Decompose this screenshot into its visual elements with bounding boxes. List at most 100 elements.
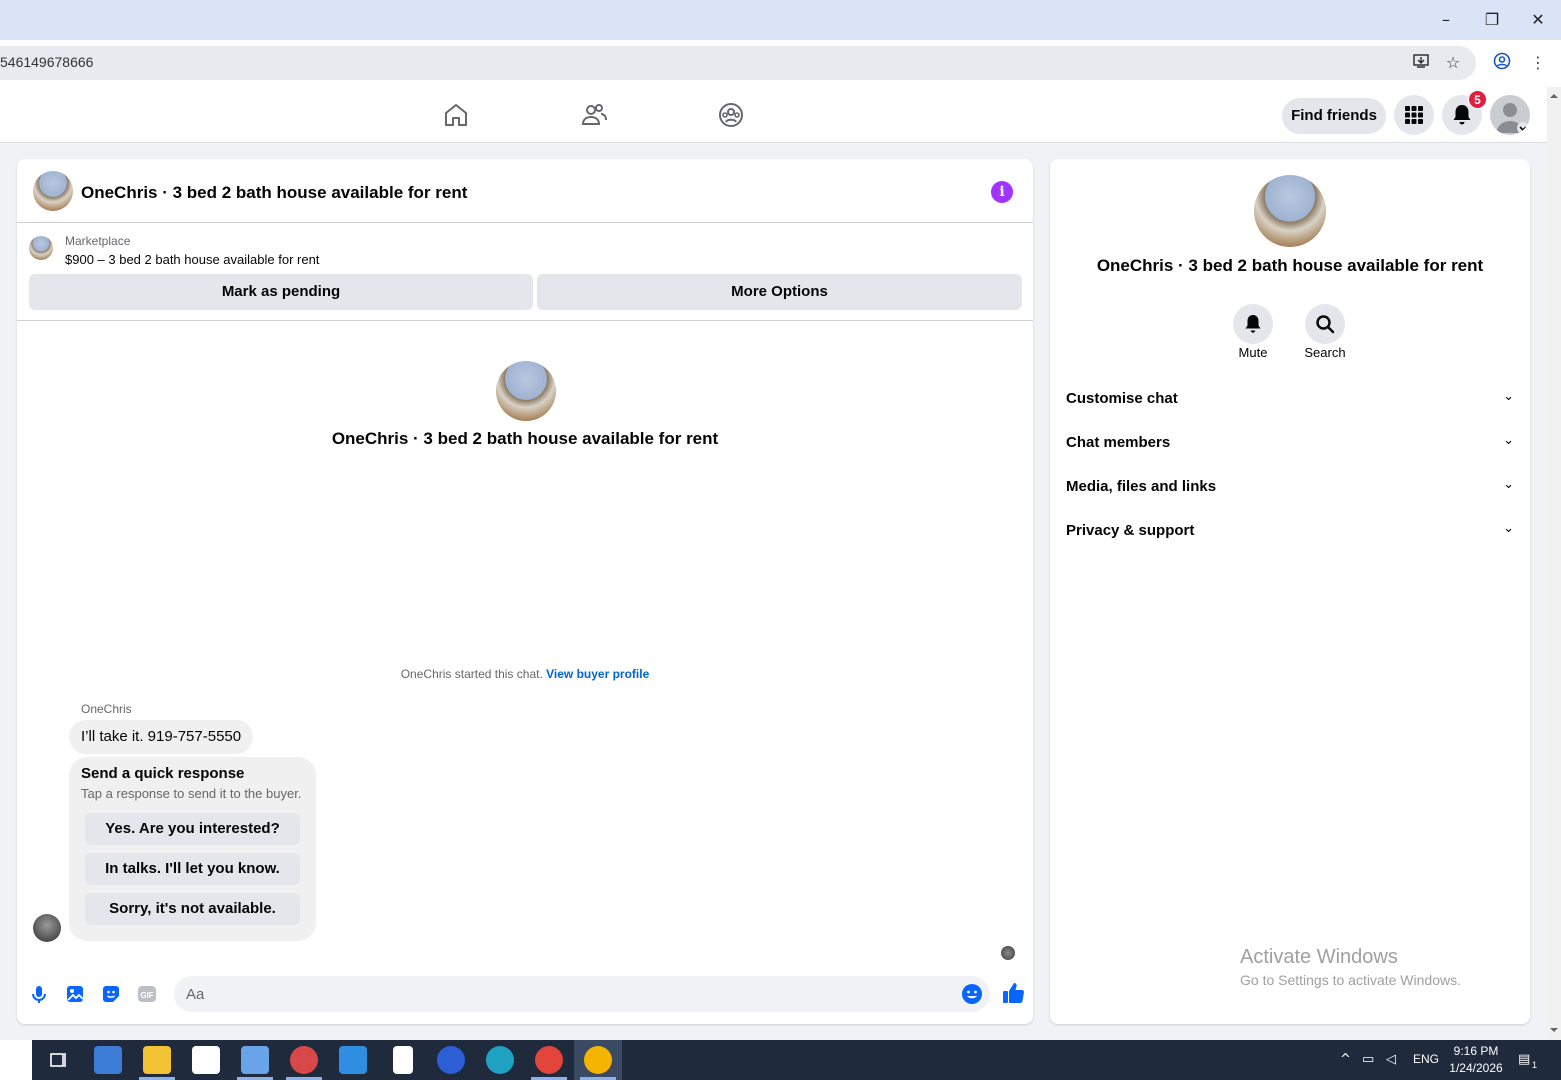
message-composer: GIF — [17, 974, 1033, 1014]
section-label: Media, files and links — [1066, 478, 1217, 495]
watermark-subtitle: Go to Settings to activate Windows. — [1240, 972, 1461, 988]
facebook-header: Find friends 5 — [0, 87, 1547, 143]
default-avatar-icon — [1496, 103, 1529, 134]
activate-windows-watermark: Activate Windows Go to Settings to activ… — [1240, 946, 1461, 988]
chrome-profile-icon[interactable] — [535, 1046, 563, 1074]
photo-icon[interactable] — [64, 983, 86, 1005]
show-hidden-icons-icon[interactable]: ^ — [1340, 1052, 1351, 1067]
profile-icon[interactable] — [1491, 52, 1513, 74]
thumbs-up-icon[interactable] — [1001, 981, 1025, 1005]
notepad-icon[interactable] — [393, 1046, 413, 1074]
message-input[interactable] — [174, 976, 990, 1012]
quick-response-box: Send a quick response Tap a response to … — [69, 757, 316, 941]
action-center-count: 1 — [1532, 1060, 1538, 1070]
message-bubble[interactable]: I’ll take it. 919-757-5550 — [69, 720, 254, 754]
install-app-icon[interactable] — [1410, 52, 1432, 74]
more-options-button[interactable]: More Options — [537, 274, 1022, 310]
microphone-icon[interactable] — [28, 983, 50, 1005]
language-indicator[interactable]: ENG — [1413, 1052, 1439, 1066]
volume-icon[interactable]: ◁ — [1386, 1052, 1396, 1067]
sender-name: OneChris — [81, 702, 132, 716]
section-label: Chat members — [1066, 434, 1171, 451]
account-avatar[interactable] — [1490, 95, 1530, 135]
bookmark-star-icon[interactable]: ☆ — [1442, 52, 1464, 74]
divider — [17, 320, 1033, 321]
info-listing-avatar[interactable] — [1254, 175, 1326, 247]
clock[interactable]: 9:16 PM 1/24/2026 — [1440, 1043, 1512, 1077]
windows-taskbar: ^ ▭ ◁ ENG 9:16 PM 1/24/2026 ▤ 1 — [0, 1040, 1561, 1080]
chat-header: OneChris · 3 bed 2 bath house available … — [17, 159, 1033, 223]
browser-menu-icon[interactable]: ⋮ — [1527, 52, 1549, 74]
quick-response-not-available-button[interactable]: Sorry, it's not available. — [85, 893, 300, 925]
media-files-links-section[interactable]: Media, files and links ⌄ — [1066, 466, 1514, 510]
edge-browser-icon[interactable] — [486, 1046, 514, 1074]
browser-toolbar: 546149678666 ☆ ⋮ — [0, 40, 1561, 87]
quick-response-in-talks-button[interactable]: In talks. I'll let you know. — [85, 853, 300, 885]
address-bar[interactable]: 546149678666 ☆ — [0, 46, 1476, 80]
search-icon — [1316, 315, 1335, 334]
sticker-icon[interactable] — [100, 983, 122, 1005]
menu-button[interactable] — [1394, 95, 1434, 135]
scroll-up-icon[interactable] — [1547, 89, 1561, 103]
chat-info-panel: OneChris · 3 bed 2 bath house available … — [1050, 159, 1530, 1024]
task-view-icon[interactable] — [44, 1046, 72, 1074]
listing-avatar[interactable] — [33, 171, 73, 211]
home-icon[interactable] — [442, 101, 470, 129]
info-title: OneChris · 3 bed 2 bath house available … — [1096, 256, 1484, 275]
file-explorer-icon[interactable] — [143, 1046, 171, 1074]
search-label: Search — [1304, 345, 1346, 360]
chat-started-text: OneChris started this chat. — [400, 667, 543, 681]
gif-icon[interactable]: GIF — [136, 983, 158, 1005]
customise-chat-section[interactable]: Customise chat ⌄ — [1066, 378, 1514, 422]
chrome-browser-icon[interactable] — [584, 1046, 612, 1074]
find-friends-button[interactable]: Find friends — [1282, 98, 1386, 134]
restore-button[interactable]: ❐ — [1480, 8, 1504, 32]
mail-icon[interactable] — [339, 1046, 367, 1074]
vpn-app-icon[interactable] — [437, 1046, 465, 1074]
action-center-icon[interactable]: ▤ — [1518, 1052, 1530, 1067]
quick-response-yes-button[interactable]: Yes. Are you interested? — [85, 813, 300, 845]
minimize-button[interactable]: – — [1434, 8, 1458, 32]
chat-panel: OneChris · 3 bed 2 bath house available … — [17, 159, 1033, 1024]
mark-as-pending-button[interactable]: Mark as pending — [29, 274, 533, 310]
emoji-icon[interactable] — [961, 983, 983, 1005]
mute-label: Mute — [1238, 345, 1268, 360]
groups-icon[interactable] — [717, 101, 745, 129]
chevron-down-icon: ⌄ — [1503, 521, 1514, 536]
search-button[interactable] — [1305, 304, 1345, 344]
mute-button[interactable] — [1233, 304, 1273, 344]
clock-date: 1/24/2026 — [1449, 1061, 1503, 1075]
store-icon[interactable] — [192, 1046, 220, 1074]
chat-members-section[interactable]: Chat members ⌄ — [1066, 422, 1514, 466]
seen-indicator-avatar — [1001, 946, 1015, 960]
page-scrollbar[interactable] — [1547, 87, 1561, 1040]
info-icon[interactable]: i — [991, 181, 1013, 203]
marketplace-label: Marketplace — [65, 234, 131, 248]
scroll-down-icon[interactable] — [1547, 1023, 1561, 1037]
listing-summary[interactable]: $900 – 3 bed 2 bath house available for … — [65, 252, 319, 267]
chevron-down-icon: ⌄ — [1503, 389, 1514, 404]
chevron-down-icon: ⌄ — [1503, 433, 1514, 448]
listing-thumbnail[interactable] — [29, 236, 53, 260]
snipping-tool-icon[interactable] — [290, 1046, 318, 1074]
conversation-title: OneChris · 3 bed 2 bath house available … — [331, 429, 719, 448]
paint-app-icon[interactable] — [241, 1046, 269, 1074]
start-area[interactable] — [0, 1040, 32, 1080]
section-label: Customise chat — [1066, 390, 1178, 407]
notification-badge: 5 — [1468, 90, 1487, 109]
browser-title-bar: – ❐ ✕ — [0, 0, 1561, 40]
quick-response-title: Send a quick response — [81, 765, 245, 782]
chevron-down-icon: ⌄ — [1503, 477, 1514, 492]
apps-grid-icon — [1405, 106, 1423, 124]
clock-time: 9:16 PM — [1453, 1044, 1499, 1058]
friends-icon[interactable] — [580, 101, 608, 129]
network-icon[interactable]: ▭ — [1362, 1052, 1374, 1067]
chat-title[interactable]: OneChris · 3 bed 2 bath house available … — [81, 183, 467, 203]
conversation-avatar — [496, 361, 556, 421]
view-buyer-profile-link[interactable]: View buyer profile — [546, 667, 649, 681]
url-text: 546149678666 — [0, 54, 94, 70]
computer-app-icon[interactable] — [94, 1046, 122, 1074]
buyer-avatar[interactable] — [33, 914, 61, 942]
close-window-button[interactable]: ✕ — [1526, 8, 1550, 32]
privacy-support-section[interactable]: Privacy & support ⌄ — [1066, 510, 1514, 554]
